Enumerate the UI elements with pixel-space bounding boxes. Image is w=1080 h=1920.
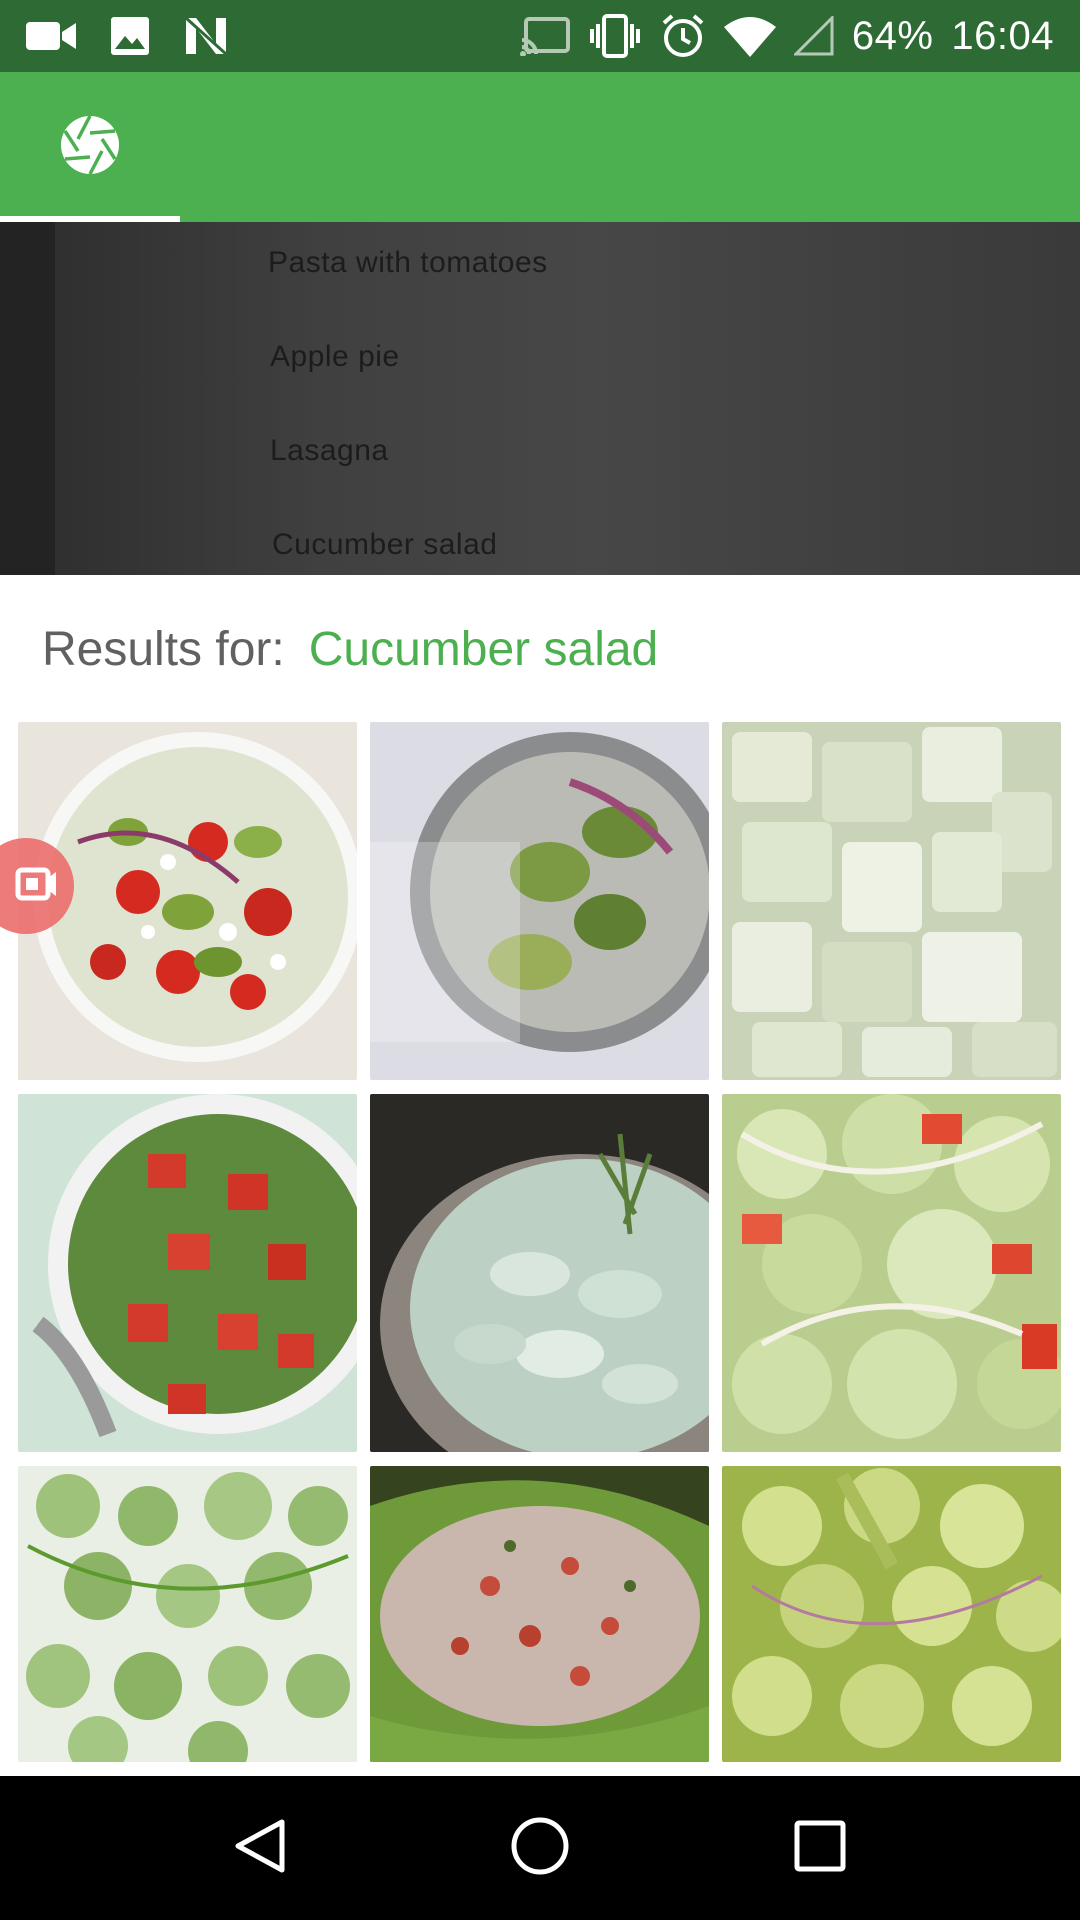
results-query: Cucumber salad	[308, 623, 659, 676]
results-header: Results for: Cucumber salad	[42, 622, 658, 677]
camera-preview: Pasta with tomatoes Apple pie Lasagna Cu…	[0, 222, 1080, 575]
alarm-icon	[660, 13, 706, 59]
result-image-9[interactable]	[722, 1466, 1061, 1762]
video-camera-icon	[26, 20, 76, 52]
cast-icon	[519, 16, 570, 56]
result-image-7[interactable]	[18, 1466, 357, 1762]
recents-button[interactable]	[760, 1788, 880, 1908]
preview-text-line-4: Cucumber salad	[272, 528, 498, 561]
preview-text-line-1: Pasta with tomatoes	[268, 246, 548, 279]
app-bar	[0, 72, 1080, 222]
camera-aperture-icon	[58, 113, 122, 182]
back-button[interactable]	[200, 1788, 320, 1908]
screen: 64% 16:04 Pasta with tomatoes Apple pie …	[0, 0, 1080, 1920]
n-logo-icon	[184, 16, 228, 56]
result-image-3[interactable]	[722, 722, 1061, 1080]
home-button[interactable]	[480, 1788, 600, 1908]
result-image-6[interactable]	[722, 1094, 1061, 1452]
result-image-5[interactable]	[370, 1094, 709, 1452]
preview-text-line-2: Apple pie	[270, 340, 400, 373]
result-image-2[interactable]	[370, 722, 709, 1080]
result-image-8[interactable]	[370, 1466, 709, 1762]
result-image-4[interactable]	[18, 1094, 357, 1452]
recents-icon	[792, 1818, 848, 1879]
image-icon	[110, 16, 150, 56]
results-grid	[18, 722, 1062, 1762]
clock: 16:04	[951, 13, 1054, 58]
home-icon	[509, 1815, 571, 1882]
signal-icon	[793, 16, 834, 56]
video-record-icon	[0, 862, 56, 911]
battery-percent: 64%	[851, 13, 934, 58]
wifi-icon	[723, 15, 776, 57]
vibrate-icon	[588, 14, 642, 58]
results-label: Results for:	[42, 623, 285, 676]
navigation-bar	[0, 1776, 1080, 1920]
back-icon	[230, 1816, 290, 1881]
status-bar: 64% 16:04	[0, 0, 1080, 72]
preview-text-line-3: Lasagna	[270, 434, 389, 467]
tab-camera[interactable]	[0, 72, 180, 222]
